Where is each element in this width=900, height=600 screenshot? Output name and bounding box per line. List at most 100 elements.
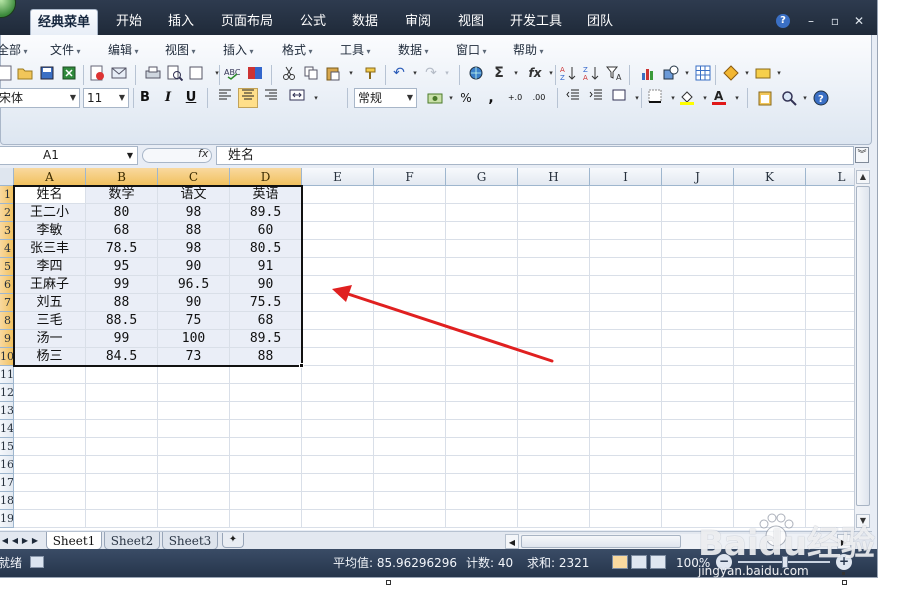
copy-icon[interactable]	[301, 63, 321, 83]
cell-f12[interactable]	[374, 384, 446, 402]
cell-h14[interactable]	[518, 420, 590, 438]
row-header-16[interactable]: 16	[0, 456, 14, 474]
cell-i8[interactable]	[590, 312, 662, 330]
cell-e8[interactable]	[302, 312, 374, 330]
cell-a10[interactable]: 杨三	[14, 348, 86, 366]
cell-c14[interactable]	[158, 420, 230, 438]
cell-e18[interactable]	[302, 492, 374, 510]
cell-l7[interactable]	[806, 294, 854, 312]
resize-handle[interactable]	[842, 572, 845, 575]
menu-tools[interactable]: 工具	[340, 40, 371, 62]
underline-button[interactable]: U	[181, 88, 201, 108]
cell-j6[interactable]	[662, 276, 734, 294]
cell-b14[interactable]	[86, 420, 158, 438]
cell-i7[interactable]	[590, 294, 662, 312]
cell-k19[interactable]	[734, 510, 806, 528]
cell-a6[interactable]: 王麻子	[14, 276, 86, 294]
cell-b2[interactable]: 80	[86, 204, 158, 222]
cell-h4[interactable]	[518, 240, 590, 258]
cell-a12[interactable]	[14, 384, 86, 402]
hyperlink-icon[interactable]	[466, 63, 486, 83]
cell-c1[interactable]: 语文	[158, 186, 230, 204]
tab-classic-menu[interactable]: 经典菜单	[30, 9, 98, 35]
format-painter-icon[interactable]	[361, 63, 381, 83]
font-color-button[interactable]: A	[709, 88, 729, 108]
align-center-button[interactable]	[238, 88, 258, 108]
cell-d8[interactable]: 68	[230, 312, 302, 330]
cell-h3[interactable]	[518, 222, 590, 240]
help-icon[interactable]: ?	[776, 14, 790, 28]
dropdown-icon[interactable]: ▾	[727, 88, 747, 108]
cell-d1[interactable]: 英语	[230, 186, 302, 204]
normal-view-icon[interactable]	[612, 555, 628, 569]
cell-c16[interactable]	[158, 456, 230, 474]
permission-icon[interactable]	[87, 63, 107, 83]
cell-a19[interactable]	[14, 510, 86, 528]
cell-e12[interactable]	[302, 384, 374, 402]
scroll-left-icon[interactable]: ◀	[505, 534, 519, 549]
open-folder-icon[interactable]	[15, 63, 35, 83]
row-header-1[interactable]: 1	[0, 186, 14, 204]
menu-view[interactable]: 视图	[165, 40, 196, 62]
cell-e9[interactable]	[302, 330, 374, 348]
resize-handle[interactable]	[386, 580, 391, 585]
cell-i17[interactable]	[590, 474, 662, 492]
tab-page-layout[interactable]: 页面布局	[216, 11, 278, 35]
cell-d2[interactable]: 89.5	[230, 204, 302, 222]
cell-b5[interactable]: 95	[86, 258, 158, 276]
cell-b11[interactable]	[86, 366, 158, 384]
cell-l16[interactable]	[806, 456, 854, 474]
scroll-down-icon[interactable]: ▼	[856, 514, 870, 528]
cell-c4[interactable]: 98	[158, 240, 230, 258]
number-format-select[interactable]: 常规 ▼	[354, 88, 417, 108]
paste-icon[interactable]	[323, 63, 343, 83]
cell-d13[interactable]	[230, 402, 302, 420]
cell-b7[interactable]: 88	[86, 294, 158, 312]
tab-team[interactable]: 团队	[578, 11, 622, 35]
cell-c7[interactable]: 90	[158, 294, 230, 312]
cell-j13[interactable]	[662, 402, 734, 420]
cell-g15[interactable]	[446, 438, 518, 456]
last-sheet-icon[interactable]: ▶	[30, 534, 40, 548]
cell-j11[interactable]	[662, 366, 734, 384]
scroll-right-icon[interactable]: ▶	[837, 534, 851, 549]
menu-help[interactable]: 帮助	[513, 40, 544, 62]
cell-f13[interactable]	[374, 402, 446, 420]
cell-b12[interactable]	[86, 384, 158, 402]
cell-k2[interactable]	[734, 204, 806, 222]
cell-d12[interactable]	[230, 384, 302, 402]
cell-h10[interactable]	[518, 348, 590, 366]
cell-g2[interactable]	[446, 204, 518, 222]
cell-k5[interactable]	[734, 258, 806, 276]
cell-b1[interactable]: 数学	[86, 186, 158, 204]
cell-l15[interactable]	[806, 438, 854, 456]
cell-g14[interactable]	[446, 420, 518, 438]
prev-sheet-icon[interactable]: ◀	[10, 534, 20, 548]
cell-b6[interactable]: 99	[86, 276, 158, 294]
cell-b18[interactable]	[86, 492, 158, 510]
cell-f5[interactable]	[374, 258, 446, 276]
vertical-scroll-thumb[interactable]	[856, 186, 870, 506]
cell-d16[interactable]	[230, 456, 302, 474]
cell-f9[interactable]	[374, 330, 446, 348]
cell-c13[interactable]	[158, 402, 230, 420]
cell-c19[interactable]	[158, 510, 230, 528]
row-header-8[interactable]: 8	[0, 312, 14, 330]
cell-e6[interactable]	[302, 276, 374, 294]
cell-j18[interactable]	[662, 492, 734, 510]
cell-i10[interactable]	[590, 348, 662, 366]
menu-file[interactable]: 文件	[50, 40, 81, 62]
cell-e10[interactable]	[302, 348, 374, 366]
row-header-15[interactable]: 15	[0, 438, 14, 456]
cell-j17[interactable]	[662, 474, 734, 492]
new-document-icon[interactable]	[0, 63, 15, 83]
cut-icon[interactable]	[279, 63, 299, 83]
row-header-5[interactable]: 5	[0, 258, 14, 276]
cell-c17[interactable]	[158, 474, 230, 492]
cell-a16[interactable]	[14, 456, 86, 474]
cell-k15[interactable]	[734, 438, 806, 456]
font-size-select[interactable]: 11 ▼	[83, 88, 129, 108]
row-header-19[interactable]: 19	[0, 510, 14, 528]
tab-developer[interactable]: 开发工具	[504, 11, 568, 35]
cell-k3[interactable]	[734, 222, 806, 240]
